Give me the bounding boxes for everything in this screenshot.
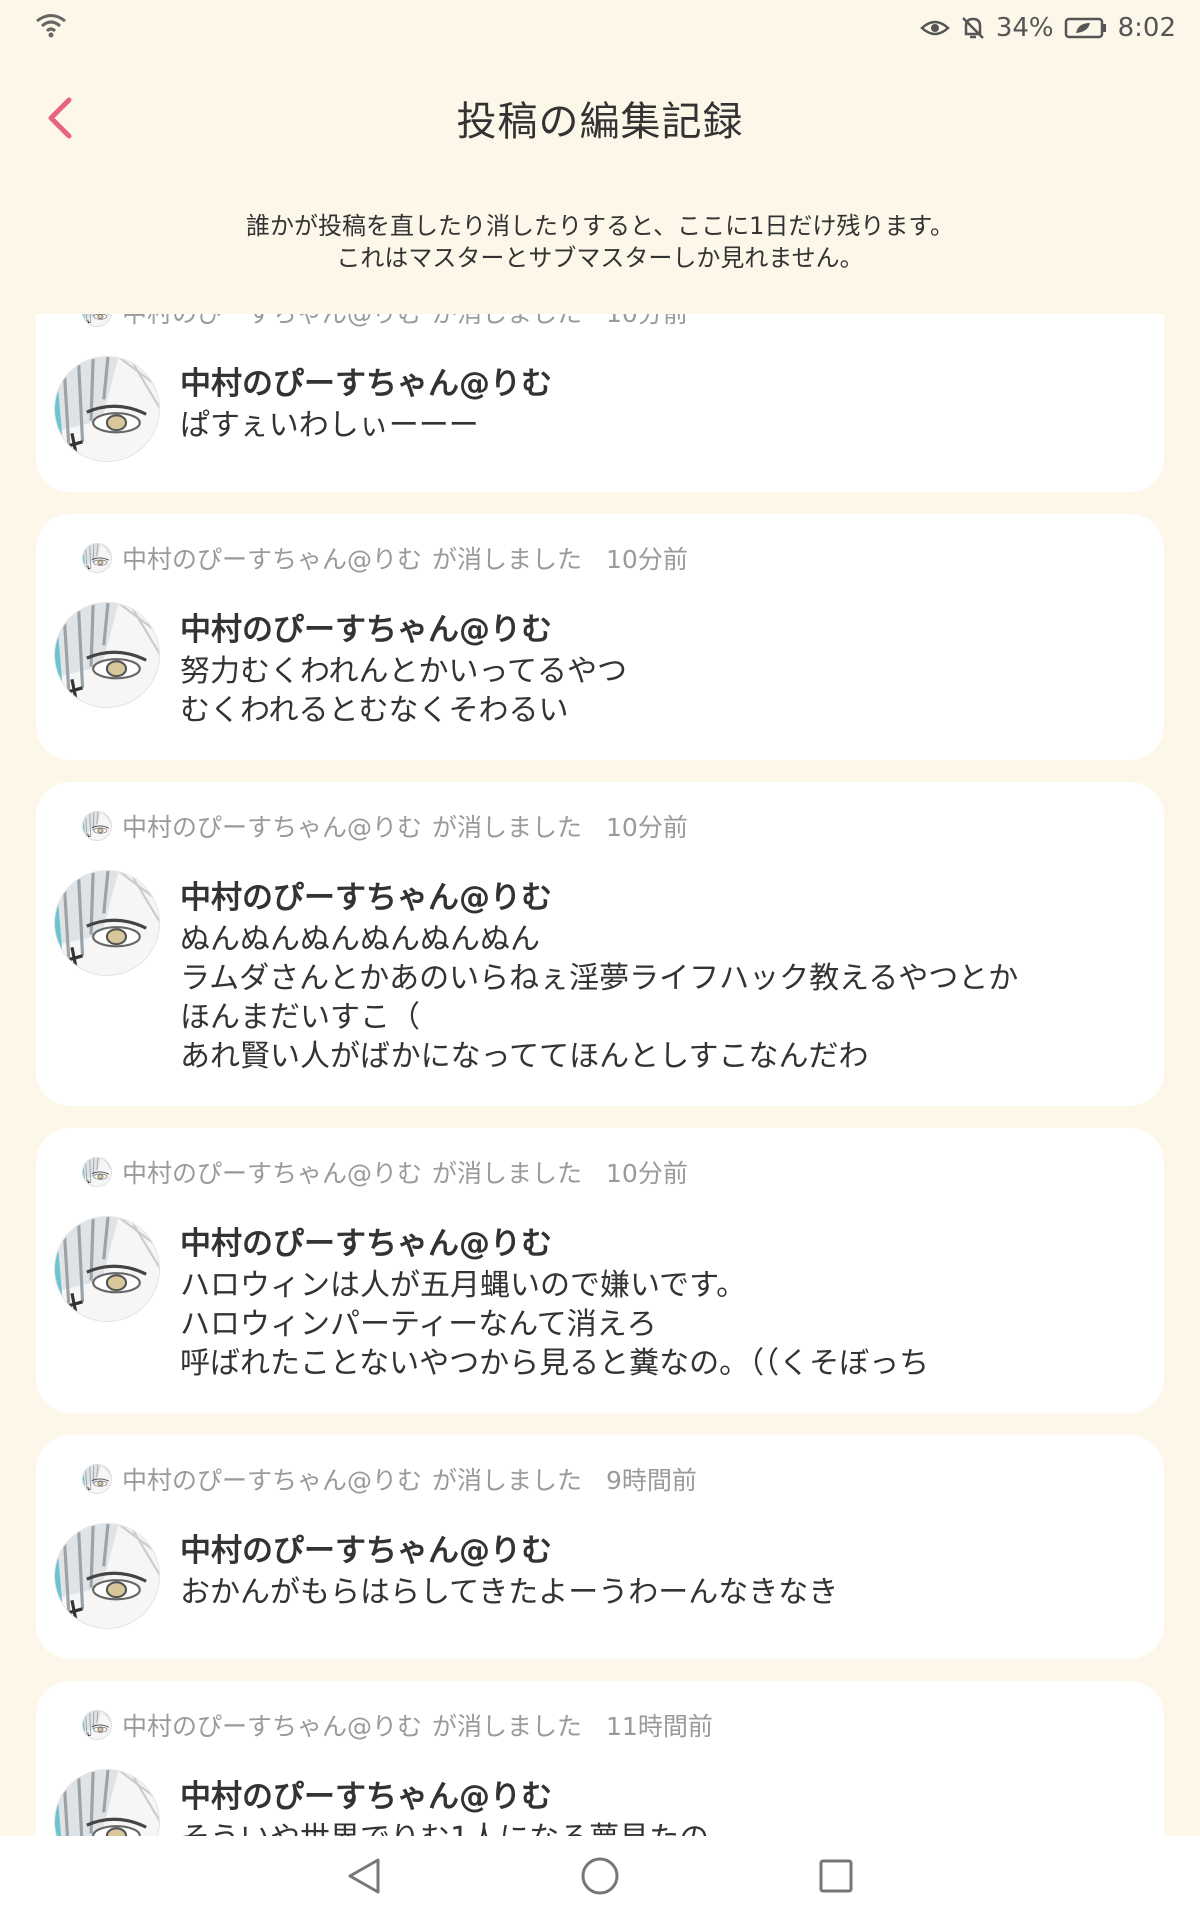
record-user: 中村のぴーすちゃん@りむ <box>122 1159 423 1188</box>
post-text-line: そういや世界でりむ1人になる夢見たの <box>180 1819 1138 1836</box>
record-body: 中村のぴーすちゃん@りむそういや世界でりむ1人になる夢見たの <box>54 1769 1138 1836</box>
status-right: 34% 8:02 <box>919 13 1176 43</box>
post-author-name: 中村のぴーすちゃん@りむ <box>180 366 552 402</box>
record-user: 中村のぴーすちゃん@りむ <box>122 314 422 330</box>
circle-home-icon <box>580 1856 620 1900</box>
record-body: 中村のぴーすちゃん@りむ ぬんぬんぬんぬんぬんぬんラムダさんとかあのいらねぇ淫夢ラ… <box>54 870 1138 1076</box>
meta-avatar <box>82 811 112 841</box>
post-text-line: ラムダさんとかあのいらねぇ淫夢ライフハック教えるやつとか <box>180 961 1019 996</box>
edit-record-card[interactable]: 中村のぴーすちゃん@りむ が消しました 10分前 中村のぴーすちゃん@りむ ぬんぬんぬん… <box>36 782 1164 1106</box>
avatar[interactable] <box>54 870 160 976</box>
eye-icon <box>919 16 950 40</box>
post-text-line: むくわれるとむなくそわるい <box>180 693 569 728</box>
status-bar: 34% 8:02 <box>0 0 1200 56</box>
record-body: 中村のぴーすちゃん@りむハロウィンは人が五月蝿いので嫌いです。 ハロウィンパーティ… <box>54 1216 1138 1383</box>
edit-record-card[interactable]: 中村のぴーすちゃん@りむ が消しました 10分前 中村のぴーすちゃん@りむ 努力むくわれ… <box>36 514 1164 760</box>
post-content: 中村のぴーすちゃん@りむおかんがもらはらしてきたよーうわーんなきなき <box>180 1523 1138 1629</box>
post-text-line: おかんがもらはらしてきたよーうわーんなきなき <box>180 1575 839 1610</box>
post-author-name: 中村のぴーすちゃん@りむ <box>180 880 552 916</box>
app-screen: 34% 8:02 投稿の編集記録 誰かが投稿を直したり消したりすると、ここに1日… <box>0 0 1200 1920</box>
battery-percent: 34% <box>995 13 1054 43</box>
record-action: が消しました <box>432 1712 583 1741</box>
post-text-line: 努力むくわれんとかいってるやつ <box>180 654 627 689</box>
square-recents-icon <box>818 1858 854 1898</box>
post-text-line: ハロウィンは人が五月蝿いので嫌いです。 <box>180 1268 747 1303</box>
record-user: 中村のぴーすちゃん@りむ <box>122 813 423 842</box>
avatar[interactable] <box>54 1216 160 1322</box>
post-text-line: ぬんぬんぬんぬんぬんぬん <box>180 922 540 957</box>
post-text-line: あれ賢い人がばかになっててほんとしすこなんだわ <box>180 1039 869 1074</box>
record-body: 中村のぴーすちゃん@りむ努力むくわれんとかいってるやつ むくわれるとむなくそわるい <box>54 602 1138 730</box>
post-text-line: ほんまだいすこ（ <box>180 1000 420 1035</box>
edit-record-list[interactable]: 中村のぴーすちゃん@りむが消しました10分前中村のぴーすちゃん@りむぱすぇいわし… <box>36 314 1164 1836</box>
notice-line: 誰かが投稿を直したり消したりすると、ここに1日だけ残ります。 <box>246 212 954 240</box>
edit-record-card[interactable]: 中村のぴーすちゃん@りむ が消しました 9時間前 中村のぴーすちゃん@りむ おかんがもら… <box>36 1435 1164 1659</box>
post-text-line: ハロウィンパーティーなんて消えろ <box>180 1307 657 1342</box>
post-author-name: 中村のぴーすちゃん@りむ <box>180 1533 552 1569</box>
page-title: 投稿の編集記録 <box>456 99 744 145</box>
meta-avatar <box>82 314 112 327</box>
record-meta: 中村のぴーすちゃん@りむが消しました 10分前 <box>54 536 1138 580</box>
post-text-line: ぱすぇいわしぃーーー <box>180 408 479 443</box>
post-content: 中村のぴーすちゃん@りむそういや世界でりむ1人になる夢見たの <box>180 1769 1138 1836</box>
avatar[interactable] <box>54 1769 160 1836</box>
record-action: が消しました <box>432 1466 583 1495</box>
post-content: 中村のぴーすちゃん@りむハロウィンは人が五月蝿いので嫌いです。 ハロウィンパーティ… <box>180 1216 1138 1383</box>
record-user: 中村のぴーすちゃん@りむ <box>122 545 423 574</box>
bell-off-icon <box>960 15 986 41</box>
record-time: 9時間前 <box>606 1466 697 1495</box>
record-action: が消しました <box>432 545 583 574</box>
edit-record-card[interactable]: 中村のぴーすちゃん@りむが消しました11時間前中村のぴーすちゃん@りむそういや世… <box>36 1681 1164 1836</box>
nav-home-button[interactable] <box>575 1853 625 1903</box>
record-time: 10分前 <box>606 813 688 842</box>
notice-line: これはマスターとサブマスターしか見れません。 <box>336 244 864 272</box>
edit-record-card[interactable]: 中村のぴーすちゃん@りむが消しました10分前中村のぴーすちゃん@りむぱすぇいわし… <box>36 314 1164 492</box>
record-meta: 中村のぴーすちゃん@りむ が消しました 9時間前 <box>54 1457 1138 1501</box>
record-meta: 中村のぴーすちゃん@りむが消しました 10分前 <box>54 804 1138 848</box>
record-time: 10分前 <box>606 1159 688 1188</box>
record-time: 10分前 <box>606 545 688 574</box>
post-author-name: 中村のぴーすちゃん@りむ <box>180 1226 552 1262</box>
record-user: 中村のぴーすちゃん@りむ <box>122 1712 423 1741</box>
notice-text: 誰かが投稿を直したり消したりすると、ここに1日だけ残ります。 これはマスターとサ… <box>0 210 1200 274</box>
avatar[interactable] <box>54 1523 160 1629</box>
record-meta: 中村のぴーすちゃん@りむが消しました 10分前 <box>54 1150 1138 1194</box>
record-action: が消しました <box>432 1159 583 1188</box>
post-text-line: 呼ばれたことないやつから見ると糞なの。（（くそぼっち <box>180 1346 930 1381</box>
battery-icon <box>1064 16 1108 40</box>
nav-back-button[interactable] <box>339 1853 389 1903</box>
back-button[interactable] <box>28 88 92 152</box>
record-body: 中村のぴーすちゃん@りむ ぱすぇいわしぃーーー <box>54 356 1138 462</box>
post-content: 中村のぴーすちゃん@りむ ぱすぇいわしぃーーー <box>180 356 1138 462</box>
record-time: 11時間前 <box>606 1712 713 1741</box>
post-content: 中村のぴーすちゃん@りむ ぬんぬんぬんぬんぬんぬんラムダさんとかあのいらねぇ淫夢ラ… <box>180 870 1138 1076</box>
nav-recents-button[interactable] <box>811 1853 861 1903</box>
post-author-name: 中村のぴーすちゃん@りむ <box>180 1779 552 1815</box>
record-meta: 中村のぴーすちゃん@りむ が消しました 11時間前 <box>54 1703 1138 1747</box>
record-action: が消しました <box>432 813 583 842</box>
meta-avatar <box>82 1464 112 1494</box>
meta-avatar <box>82 1157 112 1187</box>
chevron-left-icon <box>45 96 75 144</box>
app-header: 投稿の編集記録 <box>0 62 1200 174</box>
post-author-name: 中村のぴーすちゃん@りむ <box>180 612 552 648</box>
post-content: 中村のぴーすちゃん@りむ努力むくわれんとかいってるやつ むくわれるとむなくそわるい <box>180 602 1138 730</box>
record-meta: 中村のぴーすちゃん@りむが消しました 10分前 <box>54 314 1138 334</box>
record-time: 10分前 <box>606 314 688 330</box>
clock-time: 8:02 <box>1117 13 1176 43</box>
wifi-icon <box>34 11 68 46</box>
system-nav-bar <box>0 1836 1200 1920</box>
avatar[interactable] <box>54 602 160 708</box>
meta-avatar <box>82 543 112 573</box>
record-user: 中村のぴーすちゃん@りむ <box>122 1466 423 1495</box>
avatar[interactable] <box>54 356 160 462</box>
edit-record-card[interactable]: 中村のぴーすちゃん@りむ が消しました 10分前 中村のぴーすちゃん@りむ ハロウィンは… <box>36 1128 1164 1413</box>
meta-avatar <box>82 1710 112 1740</box>
record-body: 中村のぴーすちゃん@りむおかんがもらはらしてきたよーうわーんなきなき <box>54 1523 1138 1629</box>
record-action: が消しました <box>432 314 582 330</box>
triangle-back-icon <box>346 1856 382 1900</box>
edit-record-list-inner: 中村のぴーすちゃん@りむが消しました10分前中村のぴーすちゃん@りむぱすぇいわし… <box>36 314 1164 1836</box>
